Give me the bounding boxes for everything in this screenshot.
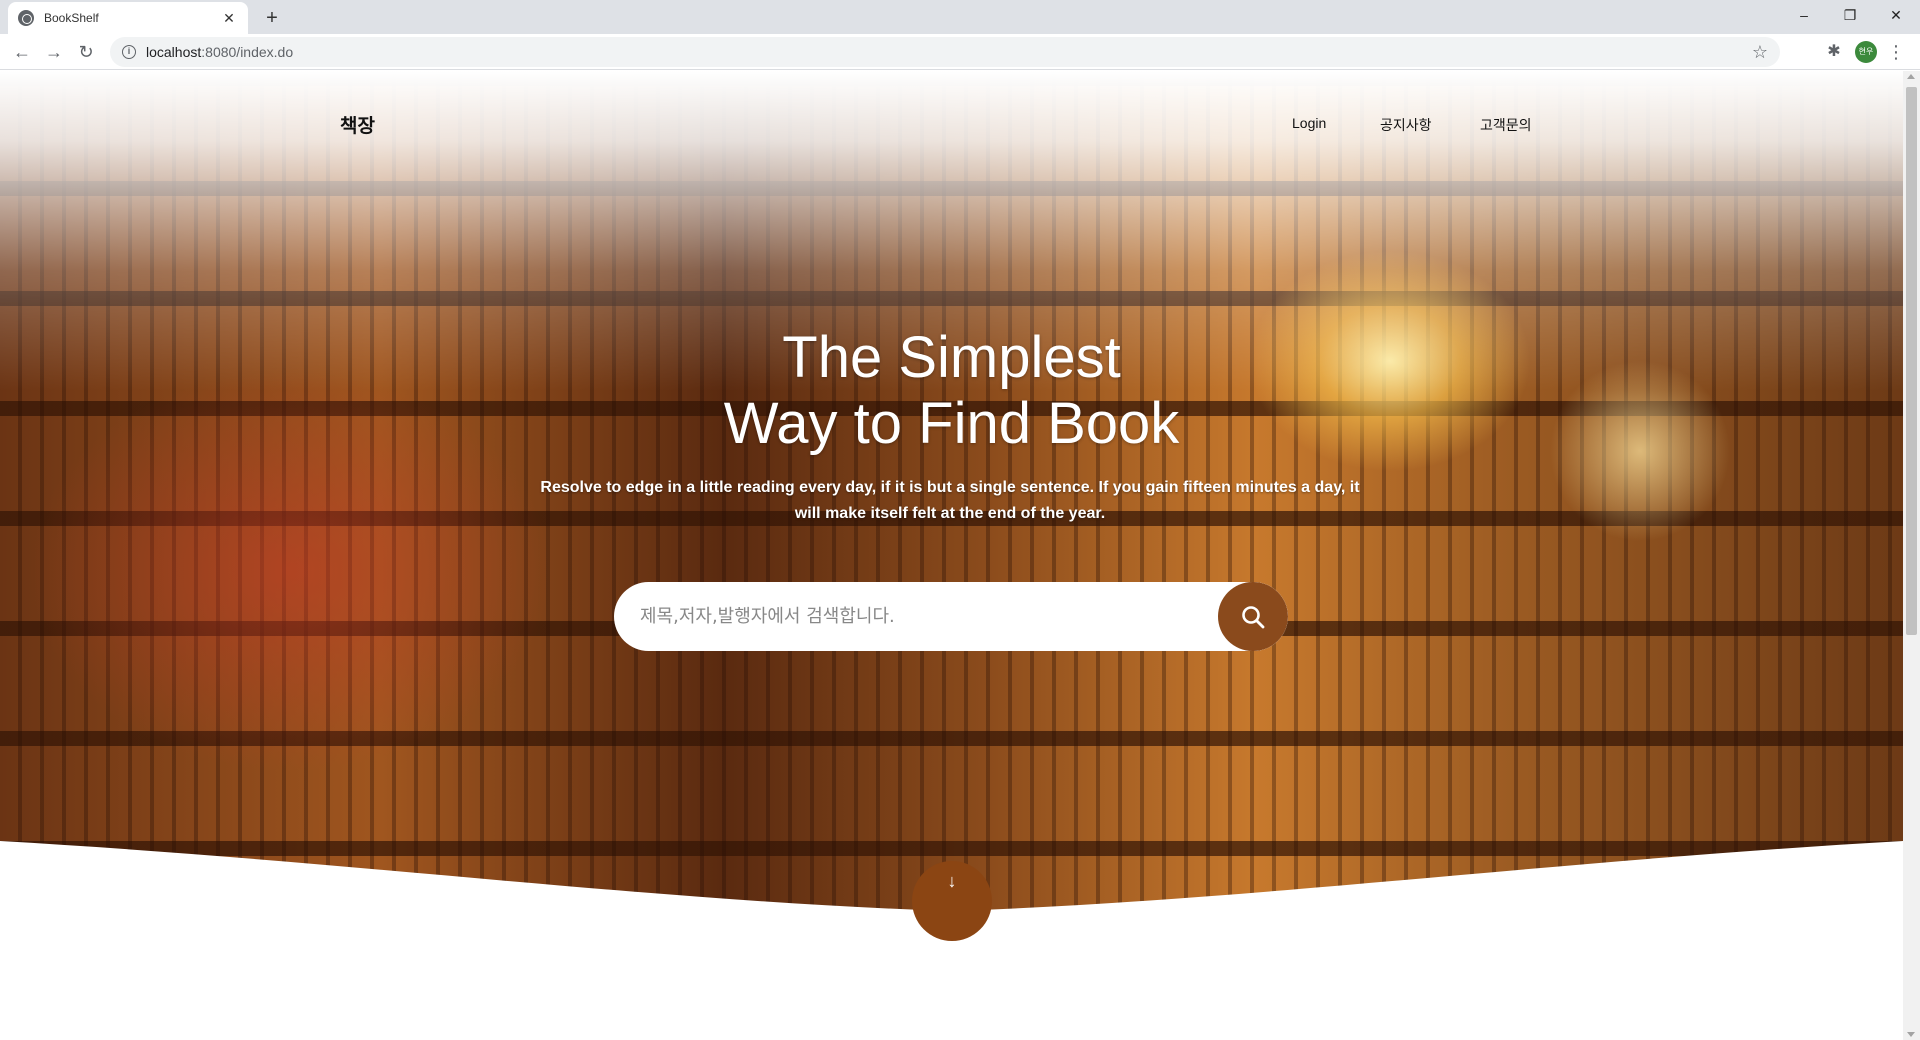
extensions-icon[interactable]: ✱ [1822, 40, 1846, 64]
back-icon[interactable]: ← [8, 38, 36, 66]
url-path: :8080/index.do [201, 44, 294, 60]
url-host: localhost [146, 44, 202, 60]
hero-title-line1: The Simplest [782, 325, 1121, 390]
tab-title: BookShelf [44, 11, 99, 25]
browser-toolbar: ← → ↻ i localhost:8080/index.do ☆ ✱ 현우 ⋮ [0, 34, 1920, 70]
restore-button[interactable]: ❐ [1827, 0, 1873, 30]
nav-login[interactable]: Login [1292, 115, 1326, 131]
arrow-down-icon: ↓ [947, 871, 957, 891]
hero-title-line2: Way to Find Book [723, 391, 1180, 456]
close-icon[interactable]: ✕ [220, 10, 238, 27]
nav-inquiry[interactable]: 고객문의 [1480, 115, 1532, 135]
globe-icon [18, 10, 34, 26]
scroll-down-button[interactable]: ↓ [912, 861, 992, 941]
page-scrollbar[interactable] [1903, 71, 1920, 1040]
address-bar[interactable]: i localhost:8080/index.do ☆ [110, 37, 1780, 67]
menu-icon[interactable]: ⋮ [1884, 40, 1908, 64]
star-icon[interactable]: ☆ [1752, 42, 1768, 63]
search-icon [1242, 605, 1265, 628]
browser-tabstrip: BookShelf ✕ + – ❐ ✕ [0, 0, 1920, 34]
search-bar [614, 582, 1288, 651]
page-viewport: 책장 Login 공지사항 고객문의 The Simplest Way to F… [0, 71, 1903, 1040]
forward-icon[interactable]: → [40, 38, 68, 66]
url-text: localhost:8080/index.do [146, 44, 1752, 60]
scroll-down-arrow[interactable] [1907, 1032, 1915, 1037]
avatar[interactable]: 현우 [1855, 41, 1877, 63]
search-button[interactable] [1218, 582, 1288, 651]
scroll-up-arrow[interactable] [1907, 74, 1915, 79]
close-window-button[interactable]: ✕ [1873, 0, 1919, 30]
new-tab-button[interactable]: + [258, 4, 286, 32]
site-logo[interactable]: 책장 [340, 111, 375, 138]
nav-notice[interactable]: 공지사항 [1380, 115, 1432, 135]
minimize-button[interactable]: – [1781, 0, 1827, 30]
info-icon[interactable]: i [122, 45, 136, 59]
scrollbar-thumb[interactable] [1906, 87, 1917, 635]
hero-subtitle: Resolve to edge in a little reading ever… [540, 479, 1360, 522]
search-input[interactable] [614, 582, 1218, 651]
browser-tab[interactable]: BookShelf ✕ [8, 2, 248, 34]
reload-icon[interactable]: ↻ [72, 38, 100, 66]
